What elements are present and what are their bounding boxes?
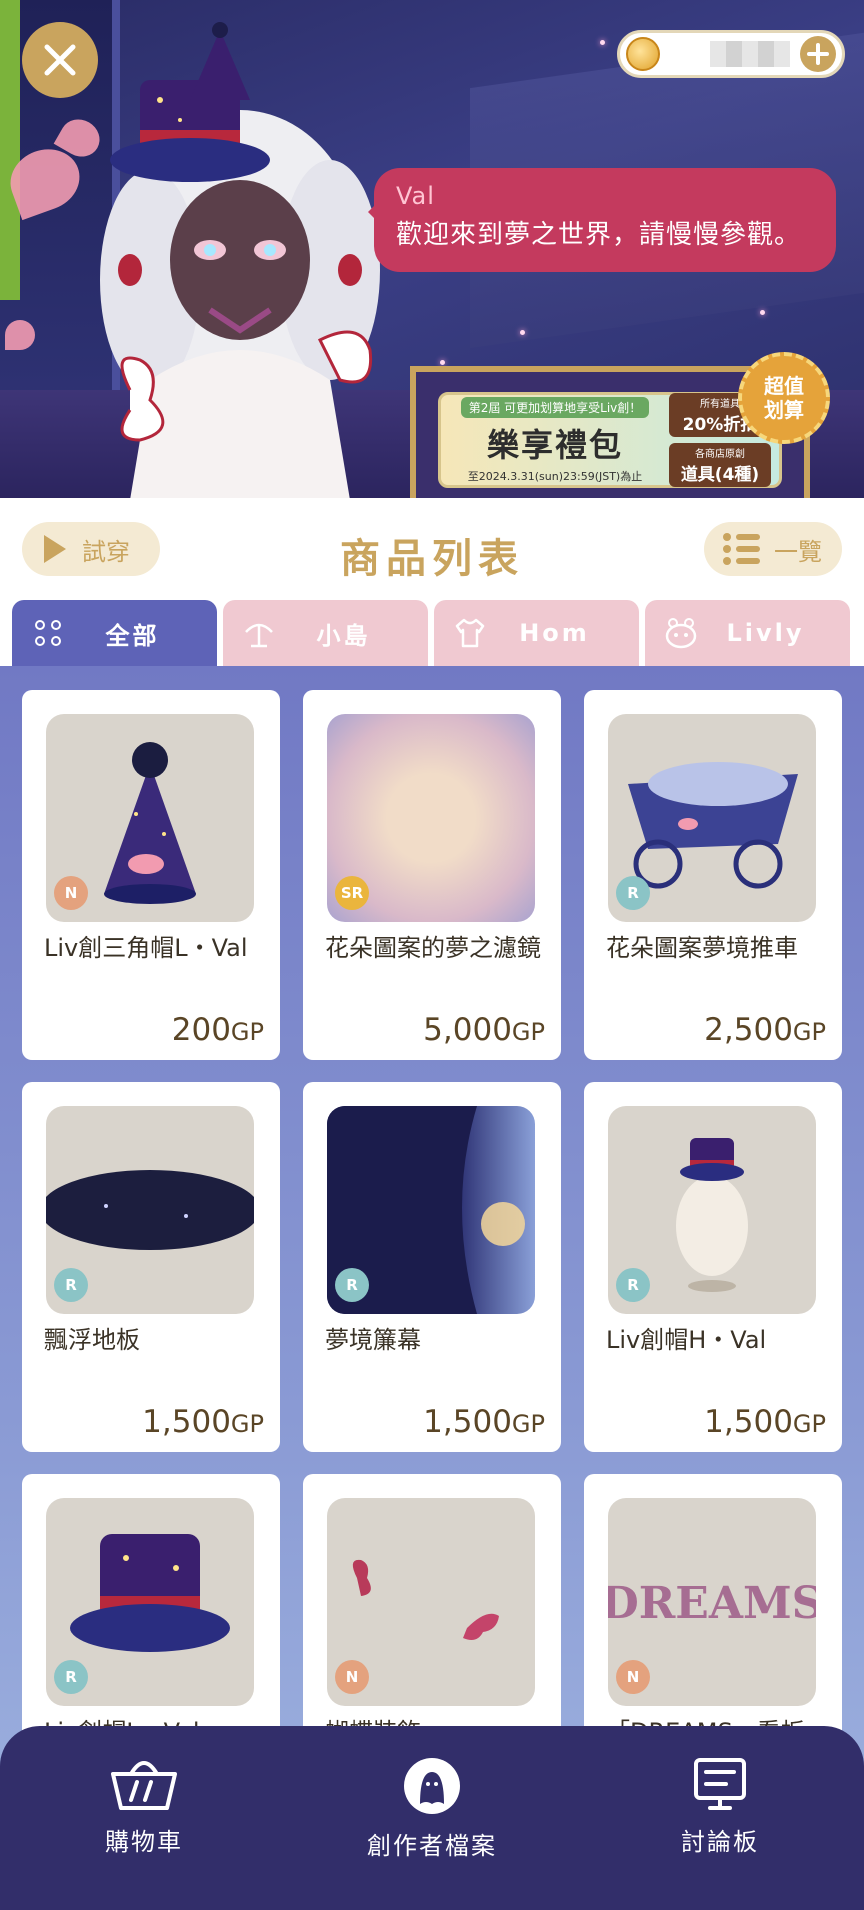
promo-value-badge: 超值 划算 — [738, 352, 830, 444]
rarity-badge: N — [616, 1660, 650, 1694]
product-thumbnail: R — [327, 1106, 535, 1314]
forum-board-icon — [694, 1758, 746, 1810]
product-price: 1,500GP — [704, 1404, 826, 1440]
product-thumbnail: N — [327, 1498, 535, 1706]
product-price: 1,500GP — [142, 1404, 264, 1440]
product-price: 200GP — [171, 1012, 264, 1048]
product-thumbnail: R — [46, 1498, 254, 1706]
product-thumbnail: N — [46, 714, 254, 922]
sparkle — [440, 360, 445, 365]
coin-balance-bar — [617, 30, 845, 78]
product-name: Liv創帽H・Val — [606, 1326, 767, 1354]
grid-dots-icon — [30, 615, 66, 651]
product-thumbnail: R — [608, 714, 816, 922]
nav-forum-label: 討論板 — [681, 1828, 759, 1856]
tab-label: Hom — [519, 619, 590, 647]
sparkle — [760, 310, 765, 315]
rarity-badge: R — [616, 1268, 650, 1302]
sparkle — [520, 330, 525, 335]
rarity-badge: SR — [335, 876, 369, 910]
add-coin-button[interactable] — [800, 36, 836, 72]
product-price: 2,500GP — [704, 1012, 826, 1048]
rarity-badge: R — [616, 876, 650, 910]
promo-title: 樂享禮包 — [486, 425, 623, 464]
sparkle — [600, 40, 605, 45]
speech-text: 歡迎來到夢之世界，請慢慢參觀。 — [396, 220, 802, 250]
close-button[interactable] — [22, 22, 98, 98]
product-card[interactable]: R 夢境簾幕 1,500GP — [303, 1082, 561, 1452]
rarity-badge: N — [335, 1660, 369, 1694]
promo-date: 至2024.3.31(sun)23:59(JST)為止 — [467, 469, 643, 483]
speech-bubble: Val 歡迎來到夢之世界，請慢慢參觀。 — [368, 168, 836, 272]
coin-icon — [626, 37, 660, 71]
product-thumbnail: SR — [327, 714, 535, 922]
flower-decoration — [5, 320, 35, 350]
tab-island[interactable]: 小島 — [223, 600, 428, 666]
rarity-badge: R — [335, 1268, 369, 1302]
category-tabs: 全部 小島 Hom Livly — [12, 600, 850, 666]
tab-livly[interactable]: Livly — [645, 600, 850, 666]
product-thumbnail: R — [46, 1106, 254, 1314]
speaker-name: Val — [396, 182, 435, 210]
tab-label: 小島 — [316, 621, 371, 650]
creator-profile-icon — [404, 1758, 460, 1814]
nav-creator-label: 創作者檔案 — [367, 1832, 497, 1860]
product-name: 花朵圖案夢境推車 — [606, 934, 798, 962]
rarity-badge: N — [54, 876, 88, 910]
product-card[interactable]: R 飄浮地板 1,500GP — [22, 1082, 280, 1452]
product-thumbnail: DREAMS N — [608, 1498, 816, 1706]
promo-items: 各商店原創 道具(4種) — [669, 443, 771, 487]
island-icon — [241, 615, 277, 651]
product-card[interactable]: SR 花朵圖案的夢之濾鏡 5,000GP — [303, 690, 561, 1060]
tab-home[interactable]: Hom — [434, 600, 639, 666]
tab-all[interactable]: 全部 — [12, 600, 217, 666]
product-price: 5,000GP — [423, 1012, 545, 1048]
product-price: 1,500GP — [423, 1404, 545, 1440]
product-name: 夢境簾幕 — [325, 1326, 421, 1354]
livly-face-icon — [663, 615, 699, 651]
nav-creator-button[interactable]: 創作者檔案 — [288, 1726, 576, 1910]
coin-amount-hidden — [710, 41, 790, 67]
product-thumbnail: R — [608, 1106, 816, 1314]
product-card[interactable]: N Liv創三角帽L・Val 200GP — [22, 690, 280, 1060]
rarity-badge: R — [54, 1268, 88, 1302]
product-card[interactable]: R 花朵圖案夢境推車 2,500GP — [584, 690, 842, 1060]
rarity-badge: R — [54, 1660, 88, 1694]
svg-text:DREAMS: DREAMS — [608, 1578, 816, 1629]
product-name: 花朵圖案的夢之濾鏡 — [325, 934, 541, 962]
promo-card: 第2屆 可更加划算地享受Liv創！ 樂享禮包 至2024.3.31(sun)23… — [438, 392, 782, 488]
nav-cart-button[interactable]: 購物車 — [0, 1726, 288, 1910]
bottom-navigation: 購物車 創作者檔案 討論板 — [0, 1726, 864, 1910]
close-icon — [44, 44, 76, 76]
list-icon — [723, 533, 760, 565]
nav-forum-button[interactable]: 討論板 — [576, 1726, 864, 1910]
window-plant — [0, 0, 20, 300]
product-name: Liv創三角帽L・Val — [44, 934, 248, 962]
tab-label: 全部 — [105, 621, 160, 650]
shopping-basket-icon — [111, 1761, 177, 1810]
tab-label: Livly — [726, 619, 805, 647]
list-view-button[interactable]: 一覽 — [704, 522, 842, 576]
nav-cart-label: 購物車 — [105, 1828, 183, 1856]
plus-icon — [807, 43, 829, 65]
product-list-header: 試穿 商品列表 一覽 全部 小島 Hom Livly — [0, 498, 864, 666]
hero-scene: Val 歡迎來到夢之世界，請慢慢參觀。 第2屆 可更加划算地享受Liv創！ 樂享… — [0, 0, 864, 498]
product-name: 飄浮地板 — [44, 1326, 140, 1354]
promo-tag: 第2屆 可更加划算地享受Liv創！ — [460, 396, 650, 418]
product-card[interactable]: R Liv創帽H・Val 1,500GP — [584, 1082, 842, 1452]
shirt-icon — [452, 615, 488, 651]
product-grid: N Liv創三角帽L・Val 200GP SR 花朵圖案的夢之濾鏡 5,000G… — [0, 666, 864, 1910]
val-character — [100, 22, 380, 498]
